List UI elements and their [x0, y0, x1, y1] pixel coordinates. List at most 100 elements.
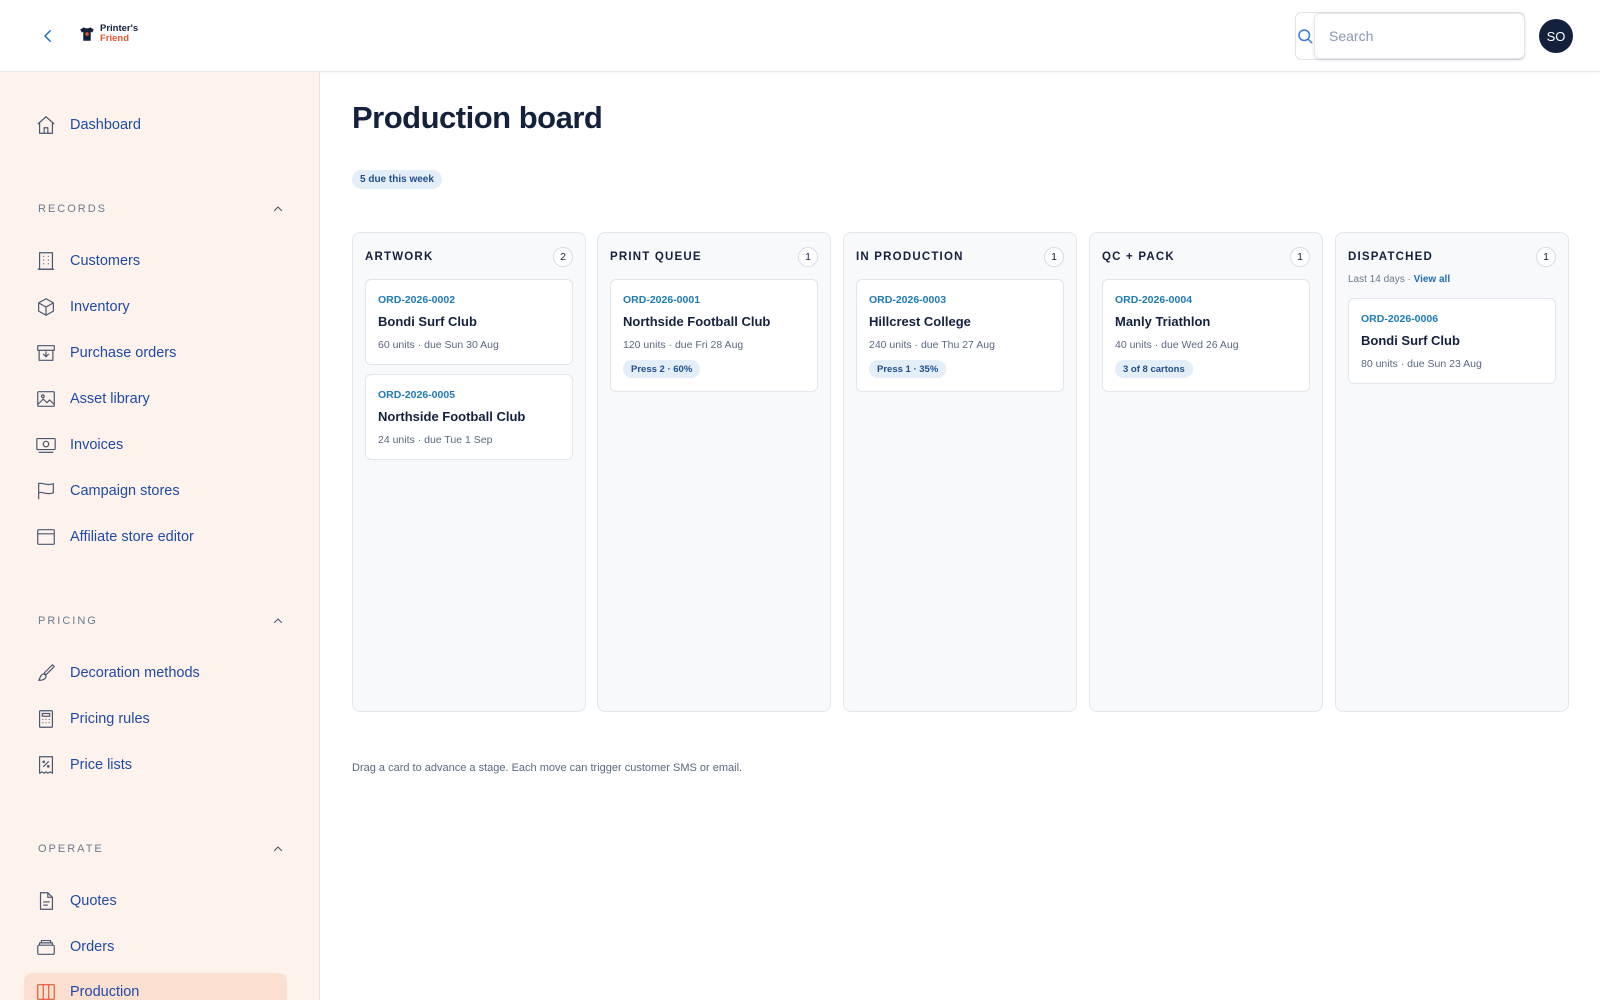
- page-title: Production board: [352, 100, 603, 135]
- sidebar-item-purchase-orders[interactable]: Purchase orders: [24, 334, 287, 372]
- column-subtitle-text: Last 14 days ·: [1348, 274, 1414, 285]
- column-subtitle: Last 14 days · View all: [1348, 274, 1450, 285]
- sidebar-item-label: Production: [70, 984, 140, 1000]
- column-title: QC + PACK: [1102, 251, 1175, 263]
- building-icon: [34, 249, 58, 273]
- progress-tag: Press 2 · 60%: [623, 360, 701, 378]
- document-icon: [34, 889, 58, 913]
- progress-tag: 3 of 8 cartons: [1115, 360, 1193, 378]
- chevron-left-icon: [44, 30, 51, 42]
- sidebar-item-inventory[interactable]: Inventory: [24, 288, 287, 326]
- column-count-badge: 2: [553, 247, 573, 267]
- sidebar-item-quotes[interactable]: Quotes: [24, 882, 287, 920]
- user-avatar[interactable]: SO: [1539, 19, 1573, 53]
- search-icon[interactable]: [1296, 13, 1314, 59]
- chevron-up-icon[interactable]: [268, 839, 288, 859]
- order-meta: 60 units · due Sun 30 Aug: [378, 339, 499, 351]
- customer-name: Northside Football Club: [378, 409, 526, 424]
- customer-name: Hillcrest College: [869, 314, 971, 329]
- sidebar-item-label: Pricing rules: [70, 711, 150, 727]
- order-card[interactable]: ORD-2026-0002 Bondi Surf Club 60 units ·…: [365, 279, 573, 365]
- sidebar-item-decoration-methods[interactable]: Decoration methods: [24, 654, 287, 692]
- order-card[interactable]: ORD-2026-0004 Manly Triathlon 40 units ·…: [1102, 279, 1310, 392]
- sidebar-item-label: Decoration methods: [70, 665, 200, 681]
- box-icon: [34, 295, 58, 319]
- logo-text-line2: Friend: [100, 33, 130, 44]
- order-card[interactable]: ORD-2026-0005 Northside Football Club 24…: [365, 374, 573, 460]
- column-title: DISPATCHED: [1348, 251, 1434, 263]
- sidebar-item-label: Asset library: [70, 391, 150, 407]
- sidebar-item-production[interactable]: Production: [24, 973, 287, 1000]
- chevron-up-icon[interactable]: [268, 611, 288, 631]
- progress-tag: Press 1 · 35%: [869, 360, 947, 378]
- calculator-icon: [34, 707, 58, 731]
- search-box: [1295, 12, 1525, 60]
- column-count-badge: 1: [1044, 247, 1064, 267]
- chevron-up-icon[interactable]: [268, 199, 288, 219]
- column-count-badge: 1: [1536, 247, 1556, 267]
- sidebar-item-label: Purchase orders: [70, 345, 177, 361]
- percent-receipt-icon: [34, 753, 58, 777]
- back-button[interactable]: [34, 22, 62, 50]
- section-title: RECORDS: [38, 203, 108, 215]
- column-title: PRINT QUEUE: [610, 251, 702, 263]
- sidebar-item-asset-library[interactable]: Asset library: [24, 380, 287, 418]
- board-column-dispatched: DISPATCHED 1 Last 14 days · View all ORD…: [1335, 232, 1569, 712]
- order-id-link[interactable]: ORD-2026-0002: [378, 294, 455, 306]
- sidebar-item-campaign-stores[interactable]: Campaign stores: [24, 472, 287, 510]
- section-title: OPERATE: [38, 843, 104, 855]
- order-id-link[interactable]: ORD-2026-0003: [869, 294, 946, 306]
- section-header-operate: OPERATE: [38, 839, 288, 859]
- view-all-link[interactable]: View all: [1414, 274, 1451, 285]
- kanban-icon: [34, 980, 58, 1000]
- order-card[interactable]: ORD-2026-0003 Hillcrest College 240 unit…: [856, 279, 1064, 392]
- customer-name: Bondi Surf Club: [378, 314, 477, 329]
- order-id-link[interactable]: ORD-2026-0006: [1361, 313, 1438, 325]
- sidebar-item-affiliate-store-editor[interactable]: Affiliate store editor: [24, 518, 287, 556]
- sidebar-item-label: Dashboard: [70, 117, 141, 133]
- sidebar-item-invoices[interactable]: Invoices: [24, 426, 287, 464]
- home-icon: [34, 113, 58, 137]
- order-id-link[interactable]: ORD-2026-0001: [623, 294, 700, 306]
- customer-name: Manly Triathlon: [1115, 314, 1211, 329]
- banknote-icon: [34, 433, 58, 457]
- sidebar-item-customers[interactable]: Customers: [24, 242, 287, 280]
- order-card[interactable]: ORD-2026-0001 Northside Football Club 12…: [610, 279, 818, 392]
- customer-name: Bondi Surf Club: [1361, 333, 1460, 348]
- board-column-artwork: ARTWORK 2 ORD-2026-0002 Bondi Surf Club …: [352, 232, 586, 712]
- board-column-in-production: IN PRODUCTION 1 ORD-2026-0003 Hillcrest …: [843, 232, 1077, 712]
- due-this-week-badge: 5 due this week: [352, 170, 442, 189]
- flag-icon: [34, 479, 58, 503]
- column-count-badge: 1: [798, 247, 818, 267]
- customer-name: Northside Football Club: [623, 314, 771, 329]
- column-title: IN PRODUCTION: [856, 251, 964, 263]
- sidebar-item-label: Price lists: [70, 757, 133, 773]
- order-id-link[interactable]: ORD-2026-0005: [378, 389, 455, 401]
- image-icon: [34, 387, 58, 411]
- order-card[interactable]: ORD-2026-0006 Bondi Surf Club 80 units ·…: [1348, 298, 1556, 384]
- search-input[interactable]: [1314, 13, 1525, 59]
- paintbrush-icon: [34, 661, 58, 685]
- board-help-text: Drag a card to advance a stage. Each mov…: [352, 762, 743, 774]
- tshirt-logo-icon: [80, 27, 94, 41]
- order-meta: 24 units · due Tue 1 Sep: [378, 434, 493, 446]
- sidebar-item-label: Quotes: [70, 893, 117, 909]
- section-title: PRICING: [38, 615, 98, 627]
- sidebar-item-label: Orders: [70, 939, 115, 955]
- sidebar-item-label: Customers: [70, 253, 141, 269]
- sidebar-item-pricing-rules[interactable]: Pricing rules: [24, 700, 287, 738]
- sidebar: Dashboard RECORDS Customers Inventory Pu…: [0, 72, 320, 1000]
- sidebar-item-dashboard[interactable]: Dashboard: [24, 106, 287, 144]
- sidebar-item-label: Campaign stores: [70, 483, 180, 499]
- sidebar-item-price-lists[interactable]: Price lists: [24, 746, 287, 784]
- app-logo[interactable]: Printer's Friend: [78, 24, 138, 44]
- order-meta: 240 units · due Thu 27 Aug: [869, 339, 995, 351]
- top-bar: Printer's Friend SO: [0, 0, 1600, 72]
- stack-icon: [34, 935, 58, 959]
- sidebar-item-label: Inventory: [70, 299, 130, 315]
- section-header-pricing: PRICING: [38, 611, 288, 631]
- sidebar-item-label: Affiliate store editor: [70, 529, 194, 545]
- order-id-link[interactable]: ORD-2026-0004: [1115, 294, 1192, 306]
- order-meta: 40 units · due Wed 26 Aug: [1115, 339, 1239, 351]
- sidebar-item-orders[interactable]: Orders: [24, 928, 287, 966]
